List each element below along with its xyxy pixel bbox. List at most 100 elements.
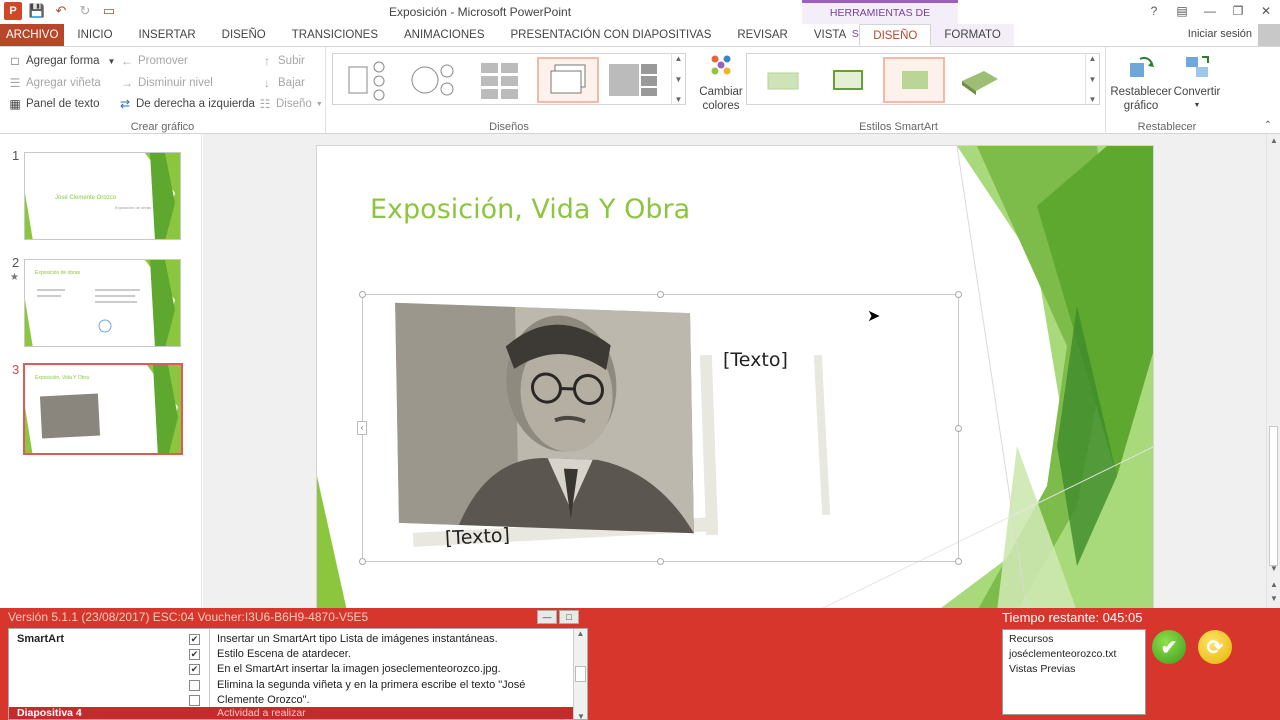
task-checkbox[interactable]: ✔ bbox=[189, 664, 200, 675]
task-row: Elimina la segunda viñeta y en la primer… bbox=[9, 679, 575, 694]
slide-thumbnail-1[interactable]: José Clemente Orozco Exposición de obras bbox=[24, 152, 181, 240]
resize-handle[interactable] bbox=[955, 425, 962, 432]
tab-transiciones[interactable]: TRANSICIONES bbox=[279, 24, 391, 46]
task-checkbox[interactable]: ✔ bbox=[189, 649, 200, 660]
task-text: Estilo Escena de atardecer. bbox=[217, 648, 351, 660]
slide-2-title: Exposición de obras bbox=[35, 270, 81, 276]
reset-graphic-icon bbox=[1125, 51, 1157, 83]
previous-slide-icon[interactable]: ▲ bbox=[1267, 580, 1280, 589]
promover-button[interactable]: ← Promover bbox=[120, 54, 188, 68]
resize-handle[interactable] bbox=[359, 558, 366, 565]
style-option-4[interactable] bbox=[949, 57, 1011, 103]
scroll-up-icon[interactable]: ▲ bbox=[1089, 54, 1097, 63]
tab-insertar[interactable]: INSERTAR bbox=[126, 24, 209, 46]
scrollbar-thumb[interactable] bbox=[575, 666, 586, 682]
panel-texto-button[interactable]: ▦ Panel de texto bbox=[8, 97, 100, 111]
resize-handle[interactable] bbox=[955, 291, 962, 298]
diseno-dropdown[interactable]: ☷ Diseño ▼ bbox=[258, 97, 323, 111]
help-icon[interactable]: ? bbox=[1140, 0, 1168, 22]
resource-item[interactable]: Vistas Previas bbox=[1009, 662, 1139, 677]
layout-option-5[interactable] bbox=[603, 57, 665, 103]
slide-thumbnail-3[interactable]: Exposición, Vida Y Obra bbox=[23, 363, 183, 455]
tab-archivo[interactable]: ARCHIVO bbox=[0, 24, 65, 46]
scroll-down-icon[interactable]: ▼ bbox=[1267, 564, 1280, 573]
resource-item[interactable]: joséclementeorozco.txt bbox=[1009, 647, 1139, 662]
disminuir-nivel-button[interactable]: → Disminuir nivel bbox=[120, 76, 213, 90]
scrollbar-thumb[interactable] bbox=[1269, 426, 1278, 566]
arrow-down-icon: ↓ bbox=[264, 76, 270, 90]
expand-gallery-icon[interactable]: ▼ bbox=[1089, 95, 1097, 104]
layout-option-2[interactable] bbox=[403, 57, 465, 103]
bajar-button[interactable]: ↓ Bajar bbox=[260, 76, 305, 90]
subir-button[interactable]: ↑ Subir bbox=[260, 54, 305, 68]
style-thumb-icon bbox=[833, 70, 863, 90]
panel-texto-label: Panel de texto bbox=[26, 98, 100, 110]
tab-animaciones[interactable]: ANIMACIONES bbox=[391, 24, 498, 46]
layout-option-3[interactable] bbox=[469, 57, 531, 103]
slide-thumbnail-2[interactable]: Exposición de obras bbox=[24, 259, 181, 347]
scroll-up-icon[interactable]: ▲ bbox=[675, 54, 683, 63]
submit-check-button[interactable]: ✔ bbox=[1152, 630, 1186, 664]
resize-handle[interactable] bbox=[657, 558, 664, 565]
disminuir-label: Disminuir nivel bbox=[138, 77, 213, 89]
scroll-up-icon[interactable]: ▲ bbox=[574, 629, 587, 638]
slide-number-2: 2 bbox=[12, 255, 20, 270]
tab-diseno[interactable]: DISEÑO bbox=[209, 24, 279, 46]
layout-option-1[interactable] bbox=[337, 57, 399, 103]
layouts-gallery-scroll[interactable]: ▲ ▼ ▼ bbox=[671, 54, 685, 104]
styles-gallery-scroll[interactable]: ▲ ▼ ▼ bbox=[1085, 54, 1099, 104]
resource-item[interactable]: Recursos bbox=[1009, 632, 1139, 647]
ribbon-display-icon[interactable]: ▤ bbox=[1168, 0, 1196, 22]
task-checkbox[interactable] bbox=[189, 680, 200, 691]
layout-option-4-selected[interactable] bbox=[537, 57, 599, 103]
tab-presentacion[interactable]: PRESENTACIÓN CON DIAPOSITIVAS bbox=[498, 24, 725, 46]
convertir-button[interactable]: Convertir ▼ bbox=[1170, 51, 1224, 113]
scroll-down-icon[interactable]: ▼ bbox=[675, 75, 683, 84]
next-slide-icon[interactable]: ▼ bbox=[1267, 594, 1280, 603]
smartart-text-placeholder-bottom[interactable]: [Texto] bbox=[444, 524, 510, 549]
tab-inicio[interactable]: INICIO bbox=[64, 24, 125, 46]
current-slide[interactable]: Exposición, Vida Y Obra ‹ [Texto] [Texto… bbox=[316, 145, 1154, 610]
cambiar-colores-button[interactable]: Cambiar colores bbox=[698, 51, 744, 113]
tab-vista[interactable]: VISTA bbox=[801, 24, 859, 46]
text-pane-toggle-icon[interactable]: ‹ bbox=[357, 421, 367, 435]
tab-revisar[interactable]: REVISAR bbox=[724, 24, 801, 46]
task-list-scrollbar[interactable]: ▲ ▼ bbox=[573, 629, 587, 719]
resize-handle[interactable] bbox=[359, 291, 366, 298]
task-checkbox[interactable] bbox=[189, 695, 200, 706]
resize-handle[interactable] bbox=[955, 558, 962, 565]
promover-label: Promover bbox=[138, 55, 188, 67]
portrait-photo[interactable] bbox=[395, 302, 694, 534]
signin-link[interactable]: Iniciar sesión bbox=[1188, 28, 1252, 40]
minimize-icon[interactable]: — bbox=[1196, 0, 1224, 22]
task-checkbox[interactable]: ✔ bbox=[189, 634, 200, 645]
agregar-vineta-button[interactable]: ☰ Agregar viñeta bbox=[8, 76, 101, 90]
scroll-down-icon[interactable]: ▼ bbox=[1089, 75, 1097, 84]
scroll-down-icon[interactable]: ▼ bbox=[574, 712, 587, 719]
minimize-panel-icon[interactable]: — bbox=[537, 610, 557, 624]
derecha-izquierda-button[interactable]: ⇄ De derecha a izquierda bbox=[118, 97, 255, 111]
expand-gallery-icon[interactable]: ▼ bbox=[675, 95, 683, 104]
smartart-text-placeholder-right[interactable]: [Texto] bbox=[723, 349, 788, 371]
style-option-3-selected[interactable] bbox=[883, 57, 945, 103]
reset-task-button[interactable]: ⟳ bbox=[1198, 630, 1232, 664]
tab-smartart-diseno[interactable]: DISEÑO bbox=[859, 24, 932, 46]
maximize-panel-icon[interactable]: □ bbox=[559, 610, 579, 624]
task-text: Insertar un SmartArt tipo Lista de imáge… bbox=[217, 633, 498, 645]
tab-formato[interactable]: FORMATO bbox=[931, 24, 1014, 46]
close-icon[interactable]: ✕ bbox=[1252, 0, 1280, 22]
slide-thumbnails-pane: 1 José Clemente Orozco Exposición de obr… bbox=[0, 134, 202, 608]
collapse-ribbon-icon[interactable]: ⌃ bbox=[1264, 120, 1272, 131]
slide-title[interactable]: Exposición, Vida Y Obra bbox=[370, 194, 690, 225]
restore-icon[interactable]: ❐ bbox=[1224, 0, 1252, 22]
restablecer-grafico-button[interactable]: Restablecer gráfico bbox=[1110, 51, 1172, 113]
resize-handle[interactable] bbox=[657, 291, 664, 298]
avatar[interactable] bbox=[1258, 24, 1280, 46]
style-option-2[interactable] bbox=[817, 57, 879, 103]
scroll-up-icon[interactable]: ▲ bbox=[1267, 136, 1280, 145]
style-option-1[interactable] bbox=[751, 57, 813, 103]
vertical-scrollbar[interactable]: ▲ ▼ ▲ ▼ bbox=[1266, 134, 1280, 608]
agregar-forma-button[interactable]: □ Agregar forma ▼ bbox=[8, 54, 115, 68]
add-bullet-icon: ☰ bbox=[9, 76, 21, 90]
group-label-disenos: Diseños bbox=[489, 121, 529, 133]
